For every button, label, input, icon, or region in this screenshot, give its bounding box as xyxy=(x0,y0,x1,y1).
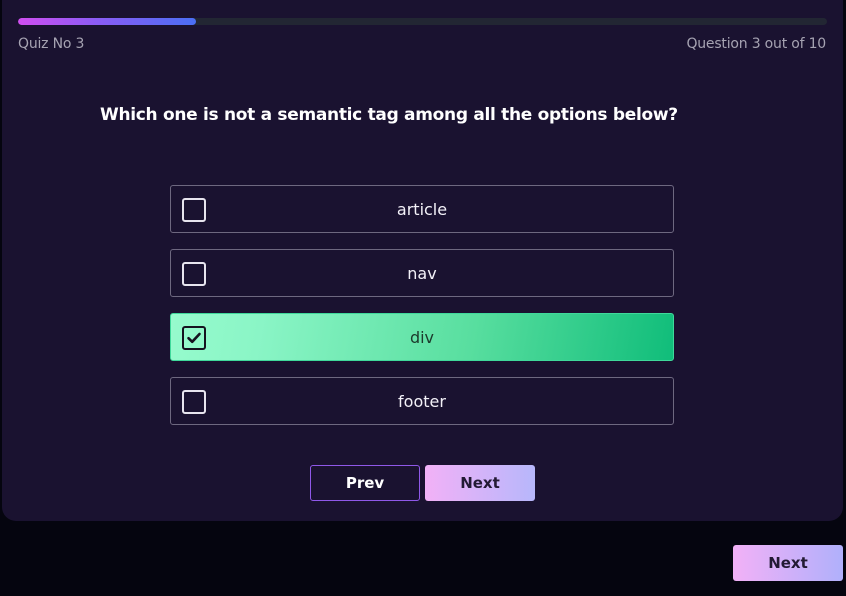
next-button[interactable]: Next xyxy=(425,465,535,501)
question-text: Which one is not a semantic tag among al… xyxy=(100,105,678,125)
option-label: div xyxy=(409,328,435,347)
option-div[interactable]: div xyxy=(170,313,674,361)
quiz-card: Quiz No 3 Question 3 out of 10 Which one… xyxy=(2,0,843,521)
option-article[interactable]: article xyxy=(170,185,674,233)
answer-options: article nav div footer xyxy=(170,185,674,441)
quiz-number-label: Quiz No 3 xyxy=(18,36,85,52)
option-label: article xyxy=(396,200,448,219)
option-label: nav xyxy=(407,264,437,283)
question-counter: Question 3 out of 10 xyxy=(686,36,826,52)
prev-button[interactable]: Prev xyxy=(310,465,420,501)
option-nav[interactable]: nav xyxy=(170,249,674,297)
progress-bar xyxy=(18,18,827,25)
option-footer[interactable]: footer xyxy=(170,377,674,425)
option-label: footer xyxy=(398,392,446,411)
progress-bar-fill xyxy=(18,18,196,25)
next-question-button[interactable]: Next xyxy=(733,545,843,581)
